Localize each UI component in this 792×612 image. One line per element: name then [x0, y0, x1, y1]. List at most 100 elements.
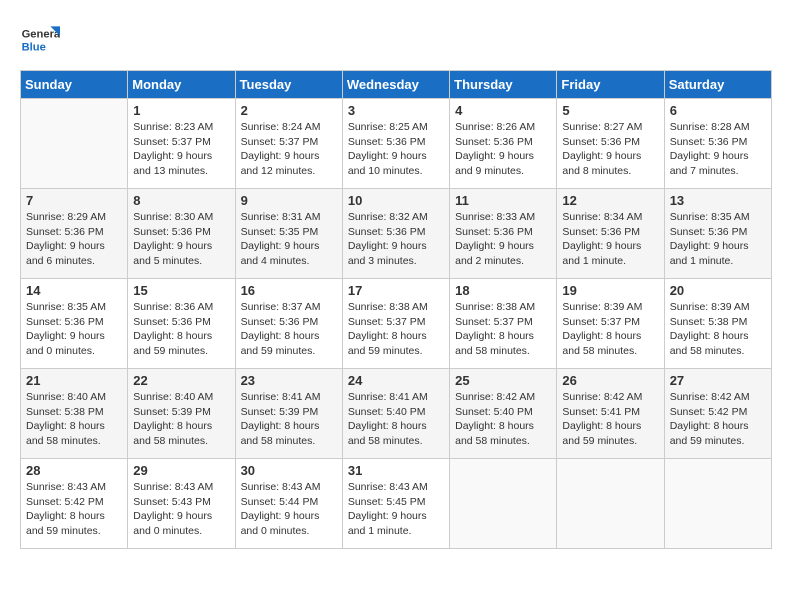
- calendar-cell: 13 Sunrise: 8:35 AMSunset: 5:36 PMDayligh…: [664, 189, 771, 279]
- calendar-cell: 16 Sunrise: 8:37 AMSunset: 5:36 PMDayligh…: [235, 279, 342, 369]
- calendar-cell: 22 Sunrise: 8:40 AMSunset: 5:39 PMDayligh…: [128, 369, 235, 459]
- day-info: Sunrise: 8:30 AMSunset: 5:36 PMDaylight:…: [133, 210, 229, 269]
- day-number: 30: [241, 463, 337, 478]
- calendar-cell: 1 Sunrise: 8:23 AMSunset: 5:37 PMDaylight…: [128, 99, 235, 189]
- day-info: Sunrise: 8:25 AMSunset: 5:36 PMDaylight:…: [348, 120, 444, 179]
- day-number: 16: [241, 283, 337, 298]
- calendar-cell: 28 Sunrise: 8:43 AMSunset: 5:42 PMDayligh…: [21, 459, 128, 549]
- day-info: Sunrise: 8:37 AMSunset: 5:36 PMDaylight:…: [241, 300, 337, 359]
- calendar-cell: [450, 459, 557, 549]
- calendar-cell: 12Sunrise: 8:34 AMSunset: 5:36 PMDayligh…: [557, 189, 664, 279]
- day-number: 20: [670, 283, 766, 298]
- calendar-cell: 9 Sunrise: 8:31 AMSunset: 5:35 PMDaylight…: [235, 189, 342, 279]
- day-info: Sunrise: 8:28 AMSunset: 5:36 PMDaylight:…: [670, 120, 766, 179]
- header-thursday: Thursday: [450, 71, 557, 99]
- day-info: Sunrise: 8:42 AMSunset: 5:42 PMDaylight:…: [670, 390, 766, 449]
- calendar-cell: 29Sunrise: 8:43 AMSunset: 5:43 PMDayligh…: [128, 459, 235, 549]
- header-monday: Monday: [128, 71, 235, 99]
- day-info: Sunrise: 8:38 AMSunset: 5:37 PMDaylight:…: [348, 300, 444, 359]
- day-number: 12: [562, 193, 658, 208]
- calendar-cell: 30 Sunrise: 8:43 AMSunset: 5:44 PMDayligh…: [235, 459, 342, 549]
- logo-icon: General Blue: [20, 20, 60, 60]
- day-info: Sunrise: 8:39 AMSunset: 5:37 PMDaylight:…: [562, 300, 658, 359]
- day-info: Sunrise: 8:24 AMSunset: 5:37 PMDaylight:…: [241, 120, 337, 179]
- calendar-week-row: 7 Sunrise: 8:29 AMSunset: 5:36 PMDaylight…: [21, 189, 772, 279]
- calendar-week-row: 28 Sunrise: 8:43 AMSunset: 5:42 PMDayligh…: [21, 459, 772, 549]
- day-number: 8: [133, 193, 229, 208]
- day-number: 15: [133, 283, 229, 298]
- day-number: 9: [241, 193, 337, 208]
- svg-text:General: General: [22, 29, 60, 41]
- calendar-cell: 11 Sunrise: 8:33 AMSunset: 5:36 PMDayligh…: [450, 189, 557, 279]
- day-number: 28: [26, 463, 122, 478]
- day-info: Sunrise: 8:42 AMSunset: 5:40 PMDaylight:…: [455, 390, 551, 449]
- calendar-cell: 20 Sunrise: 8:39 AMSunset: 5:38 PMDayligh…: [664, 279, 771, 369]
- day-number: 24: [348, 373, 444, 388]
- logo: General Blue: [20, 20, 60, 60]
- day-number: 31: [348, 463, 444, 478]
- calendar-body: 1 Sunrise: 8:23 AMSunset: 5:37 PMDaylight…: [21, 99, 772, 549]
- day-info: Sunrise: 8:42 AMSunset: 5:41 PMDaylight:…: [562, 390, 658, 449]
- calendar-cell: 15 Sunrise: 8:36 AMSunset: 5:36 PMDayligh…: [128, 279, 235, 369]
- day-number: 18: [455, 283, 551, 298]
- day-number: 13: [670, 193, 766, 208]
- day-number: 14: [26, 283, 122, 298]
- header-friday: Friday: [557, 71, 664, 99]
- day-number: 23: [241, 373, 337, 388]
- day-info: Sunrise: 8:41 AMSunset: 5:40 PMDaylight:…: [348, 390, 444, 449]
- day-info: Sunrise: 8:39 AMSunset: 5:38 PMDaylight:…: [670, 300, 766, 359]
- day-number: 19: [562, 283, 658, 298]
- day-info: Sunrise: 8:29 AMSunset: 5:36 PMDaylight:…: [26, 210, 122, 269]
- calendar-week-row: 14Sunrise: 8:35 AMSunset: 5:36 PMDayligh…: [21, 279, 772, 369]
- day-info: Sunrise: 8:43 AMSunset: 5:42 PMDaylight:…: [26, 480, 122, 539]
- calendar-table: Sunday Monday Tuesday Wednesday Thursday…: [20, 70, 772, 549]
- day-info: Sunrise: 8:40 AMSunset: 5:39 PMDaylight:…: [133, 390, 229, 449]
- header-tuesday: Tuesday: [235, 71, 342, 99]
- day-info: Sunrise: 8:43 AMSunset: 5:43 PMDaylight:…: [133, 480, 229, 539]
- calendar-cell: 5Sunrise: 8:27 AMSunset: 5:36 PMDaylight…: [557, 99, 664, 189]
- day-info: Sunrise: 8:38 AMSunset: 5:37 PMDaylight:…: [455, 300, 551, 359]
- calendar-cell: 6 Sunrise: 8:28 AMSunset: 5:36 PMDaylight…: [664, 99, 771, 189]
- header-saturday: Saturday: [664, 71, 771, 99]
- calendar-cell: [21, 99, 128, 189]
- day-info: Sunrise: 8:33 AMSunset: 5:36 PMDaylight:…: [455, 210, 551, 269]
- calendar-week-row: 21Sunrise: 8:40 AMSunset: 5:38 PMDayligh…: [21, 369, 772, 459]
- day-number: 7: [26, 193, 122, 208]
- calendar-cell: 2 Sunrise: 8:24 AMSunset: 5:37 PMDaylight…: [235, 99, 342, 189]
- day-number: 11: [455, 193, 551, 208]
- calendar-cell: [664, 459, 771, 549]
- day-info: Sunrise: 8:43 AMSunset: 5:45 PMDaylight:…: [348, 480, 444, 539]
- calendar-cell: 27 Sunrise: 8:42 AMSunset: 5:42 PMDayligh…: [664, 369, 771, 459]
- header-wednesday: Wednesday: [342, 71, 449, 99]
- day-info: Sunrise: 8:36 AMSunset: 5:36 PMDaylight:…: [133, 300, 229, 359]
- day-info: Sunrise: 8:35 AMSunset: 5:36 PMDaylight:…: [670, 210, 766, 269]
- calendar-header-row: Sunday Monday Tuesday Wednesday Thursday…: [21, 71, 772, 99]
- calendar-cell: [557, 459, 664, 549]
- day-info: Sunrise: 8:43 AMSunset: 5:44 PMDaylight:…: [241, 480, 337, 539]
- day-number: 2: [241, 103, 337, 118]
- day-number: 1: [133, 103, 229, 118]
- calendar-cell: 26Sunrise: 8:42 AMSunset: 5:41 PMDayligh…: [557, 369, 664, 459]
- day-info: Sunrise: 8:23 AMSunset: 5:37 PMDaylight:…: [133, 120, 229, 179]
- day-info: Sunrise: 8:31 AMSunset: 5:35 PMDaylight:…: [241, 210, 337, 269]
- day-number: 27: [670, 373, 766, 388]
- calendar-cell: 8 Sunrise: 8:30 AMSunset: 5:36 PMDaylight…: [128, 189, 235, 279]
- calendar-cell: 7 Sunrise: 8:29 AMSunset: 5:36 PMDaylight…: [21, 189, 128, 279]
- header-sunday: Sunday: [21, 71, 128, 99]
- day-number: 17: [348, 283, 444, 298]
- calendar-cell: 4 Sunrise: 8:26 AMSunset: 5:36 PMDaylight…: [450, 99, 557, 189]
- calendar-week-row: 1 Sunrise: 8:23 AMSunset: 5:37 PMDaylight…: [21, 99, 772, 189]
- calendar-cell: 23 Sunrise: 8:41 AMSunset: 5:39 PMDayligh…: [235, 369, 342, 459]
- day-number: 6: [670, 103, 766, 118]
- day-info: Sunrise: 8:40 AMSunset: 5:38 PMDaylight:…: [26, 390, 122, 449]
- calendar-cell: 3Sunrise: 8:25 AMSunset: 5:36 PMDaylight…: [342, 99, 449, 189]
- day-number: 5: [562, 103, 658, 118]
- calendar-cell: 17 Sunrise: 8:38 AMSunset: 5:37 PMDayligh…: [342, 279, 449, 369]
- calendar-cell: 24 Sunrise: 8:41 AMSunset: 5:40 PMDayligh…: [342, 369, 449, 459]
- calendar-cell: 10Sunrise: 8:32 AMSunset: 5:36 PMDayligh…: [342, 189, 449, 279]
- day-number: 22: [133, 373, 229, 388]
- day-info: Sunrise: 8:26 AMSunset: 5:36 PMDaylight:…: [455, 120, 551, 179]
- day-info: Sunrise: 8:41 AMSunset: 5:39 PMDaylight:…: [241, 390, 337, 449]
- day-number: 4: [455, 103, 551, 118]
- day-number: 10: [348, 193, 444, 208]
